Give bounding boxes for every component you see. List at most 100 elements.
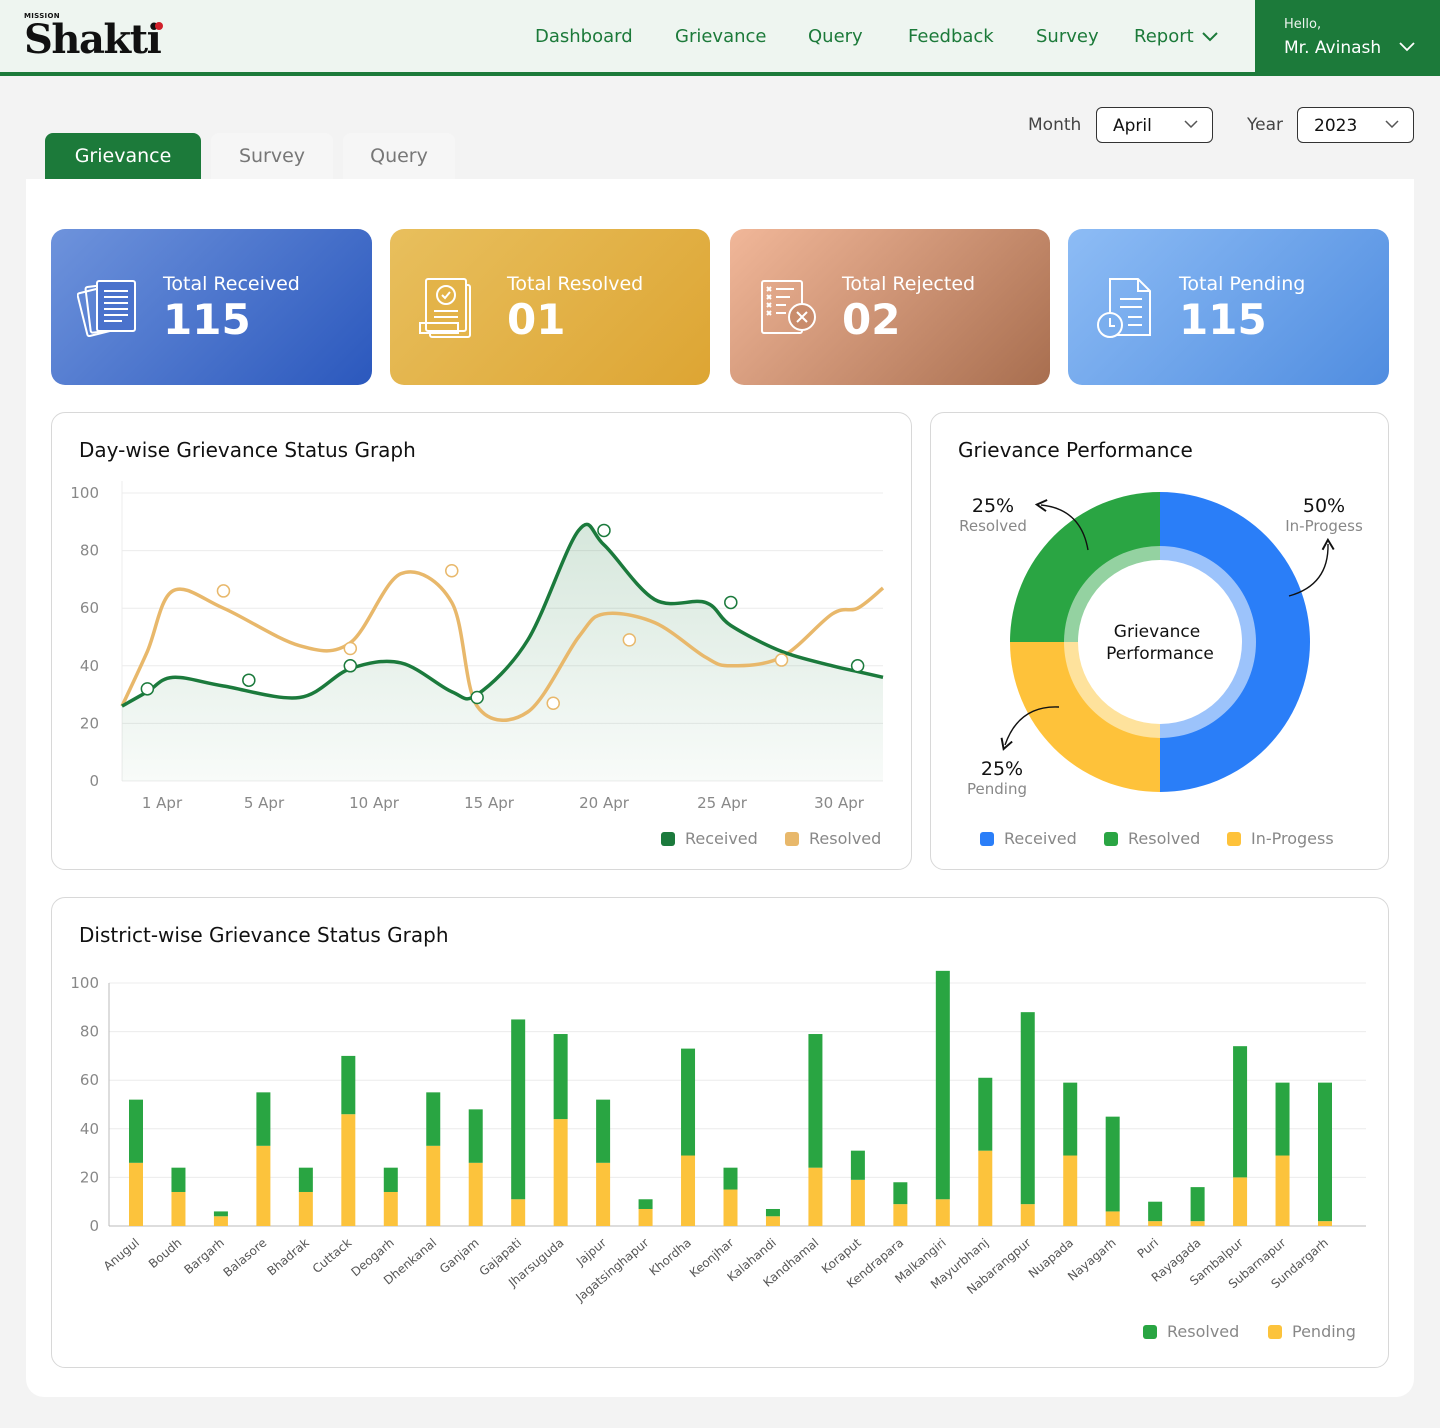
legend-label: Received <box>1004 829 1077 848</box>
resolved-point <box>622 633 637 647</box>
resolved-bar <box>723 1167 738 1190</box>
y-tick-label: 60 <box>80 1071 99 1089</box>
resolved-bar <box>1148 1201 1163 1222</box>
pending-bar <box>596 1162 611 1226</box>
nav-dashboard[interactable]: Dashboard <box>535 26 633 47</box>
legend-swatch <box>1268 1325 1282 1339</box>
rejected-document-icon <box>761 280 816 334</box>
legend-swatch <box>980 832 994 846</box>
y-tick-label: 40 <box>80 1120 99 1138</box>
pending-bar <box>1148 1221 1163 1226</box>
tab-survey[interactable]: Survey <box>211 133 333 179</box>
pending-bar <box>1233 1177 1248 1226</box>
resolved-bar <box>765 1208 780 1217</box>
received-point <box>343 659 358 673</box>
month-select[interactable]: April <box>1096 107 1213 143</box>
resolved-point <box>216 584 231 598</box>
year-label: Year <box>1247 115 1283 135</box>
legend-label: Pending <box>1292 1322 1356 1341</box>
resolved-bar <box>426 1092 441 1146</box>
pending-bar <box>638 1208 653 1226</box>
pending-bar <box>1020 1204 1035 1226</box>
district-wise-chart-card: District-wise Grievance Status Graph 100… <box>51 897 1389 1368</box>
pending-bar <box>935 1199 950 1226</box>
user-name: Mr. Avinash <box>1284 38 1382 58</box>
tab-query[interactable]: Query <box>343 133 455 179</box>
month-label: Month <box>1028 115 1082 135</box>
chevron-down-icon <box>1201 32 1218 42</box>
resolved-bar <box>213 1211 228 1217</box>
logo-dot <box>155 22 163 30</box>
resolved-bar <box>808 1034 823 1168</box>
month-value: April <box>1113 116 1152 136</box>
received-point <box>470 690 484 705</box>
nav-grievance[interactable]: Grievance <box>675 26 767 47</box>
district-label: Cuttack <box>310 1236 355 1277</box>
day-wise-line-chart: 100 80 60 40 20 0 1 Apr 5 Apr 10 Apr 15 Apr 20 Apr… <box>70 481 885 812</box>
pending-bar <box>383 1191 398 1226</box>
pending-bar <box>553 1119 568 1226</box>
pending-pct: 25% <box>981 758 1023 780</box>
inprogress-pct: 50% <box>1303 495 1345 517</box>
pending-bar <box>256 1145 271 1226</box>
pending-bar <box>171 1191 186 1226</box>
user-menu[interactable]: Hello, Mr. Avinash <box>1255 0 1440 73</box>
performance-donut-chart: Grievance Performance 25% Resolved 50% I… <box>959 492 1363 798</box>
resolved-bar <box>893 1182 908 1205</box>
legend-resolved: Resolved <box>1104 829 1200 848</box>
legend-resolved: Resolved <box>785 829 881 848</box>
card-label: Total Rejected <box>842 273 976 295</box>
pending-bar <box>1275 1155 1290 1226</box>
resolved-bar <box>850 1150 865 1180</box>
pending-bar <box>893 1204 908 1226</box>
pending-bar <box>213 1216 228 1226</box>
legend-swatch <box>1104 832 1118 846</box>
pending-bar <box>850 1179 865 1226</box>
y-tick-label: 60 <box>80 599 99 617</box>
pending-bar <box>511 1199 526 1226</box>
district-label: Bargarh <box>181 1236 226 1277</box>
card-value: 01 <box>507 295 566 344</box>
card-total-received: Total Received 115 <box>51 229 372 385</box>
resolved-bar <box>638 1199 653 1209</box>
approved-document-icon <box>419 278 471 338</box>
nav-query[interactable]: Query <box>808 26 863 47</box>
resolved-bar <box>1275 1082 1290 1156</box>
grievance-performance-card: Grievance Performance Grievance Performa… <box>930 412 1389 870</box>
resolved-point <box>343 641 358 656</box>
card-total-resolved: Total Resolved 01 <box>390 229 710 385</box>
legend-label: In-Progess <box>1251 829 1334 848</box>
year-select[interactable]: 2023 <box>1297 107 1414 143</box>
legend-swatch <box>1227 832 1241 846</box>
resolved-point <box>546 696 560 710</box>
nav-report[interactable]: Report <box>1134 26 1218 47</box>
pending-label: Pending <box>967 780 1027 798</box>
received-point <box>724 595 738 610</box>
mission-shakti-logo[interactable]: MISSION Shakti <box>24 12 163 60</box>
received-point <box>242 673 256 687</box>
district-label: Jajpur <box>573 1236 609 1270</box>
pending-bar <box>765 1216 780 1226</box>
donut-center <box>1078 560 1242 724</box>
resolved-bar <box>596 1099 611 1163</box>
resolved-bar <box>468 1109 483 1163</box>
pending-bar <box>808 1167 823 1226</box>
pending-bar <box>1318 1221 1332 1226</box>
pending-bar <box>681 1155 696 1226</box>
received-point <box>850 659 865 673</box>
resolved-point <box>445 564 459 578</box>
legend-received: Received <box>661 829 758 848</box>
resolved-bar <box>383 1167 398 1192</box>
tab-grievance[interactable]: Grievance <box>45 133 201 179</box>
resolved-bar <box>681 1048 696 1156</box>
chevron-down-icon <box>1385 120 1399 129</box>
received-point <box>597 523 611 538</box>
card-total-rejected: Total Rejected 02 <box>730 229 1050 385</box>
nav-feedback[interactable]: Feedback <box>908 26 994 47</box>
legend-received: Received <box>980 829 1077 848</box>
legend-in-progress: In-Progess <box>1227 829 1334 848</box>
donut-center-line2: Performance <box>1106 644 1214 664</box>
nav-survey[interactable]: Survey <box>1036 26 1099 47</box>
pending-bar <box>468 1162 483 1226</box>
resolved-bar <box>935 970 950 1200</box>
